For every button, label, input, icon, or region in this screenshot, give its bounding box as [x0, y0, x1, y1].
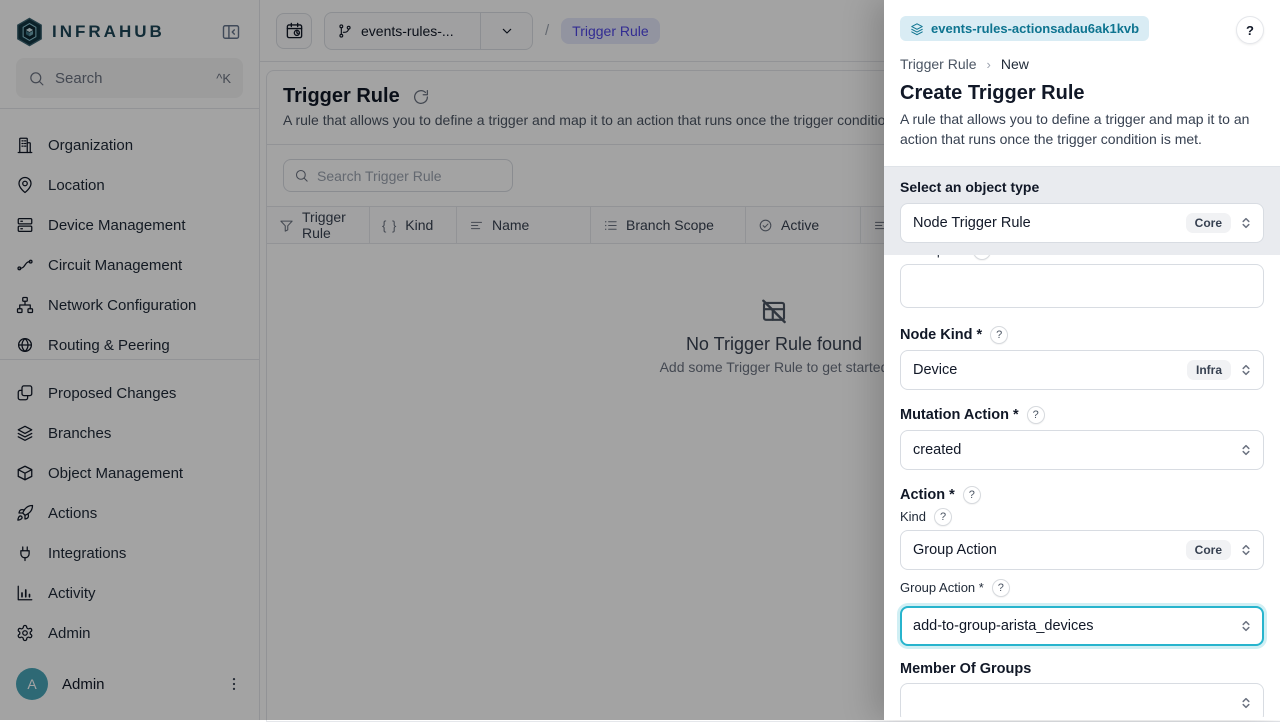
help-circle-icon[interactable]: ? — [992, 579, 1010, 597]
core-badge: Core — [1186, 540, 1231, 560]
help-circle-icon[interactable]: ? — [1027, 406, 1045, 424]
mutation-action-select[interactable]: created — [900, 430, 1264, 470]
object-type-select[interactable]: Node Trigger Rule Core — [900, 203, 1264, 243]
chevrons-up-down-icon — [1239, 543, 1253, 557]
chevrons-up-down-icon — [1239, 696, 1253, 710]
drawer-breadcrumb: Trigger Rule › New — [900, 56, 1264, 72]
object-type-section: Select an object type Node Trigger Rule … — [884, 166, 1280, 255]
description-input[interactable] — [900, 264, 1264, 308]
node-kind-label: Node Kind * — [900, 327, 982, 343]
chevrons-up-down-icon — [1239, 363, 1253, 377]
clipped-field-label: Description ? — [900, 255, 1264, 262]
chevrons-up-down-icon — [1239, 619, 1253, 633]
chevrons-up-down-icon — [1239, 443, 1253, 457]
branch-badge[interactable]: events-rules-actionsadau6ak1kvb — [900, 16, 1149, 41]
group-action-label: Group Action * — [900, 580, 984, 595]
mutation-action-label-row: Mutation Action * ? — [900, 406, 1264, 424]
kind-label: Kind — [900, 509, 926, 524]
drawer-description: A rule that allows you to define a trigg… — [900, 109, 1264, 150]
description-label: Description — [900, 255, 965, 259]
kind-label-row: Kind ? — [900, 508, 1264, 526]
member-of-groups-label-row: Member Of Groups — [900, 661, 1264, 677]
infra-badge: Infra — [1187, 360, 1231, 380]
action-label-row: Action * ? — [900, 486, 1264, 504]
member-of-groups-label: Member Of Groups — [900, 661, 1031, 677]
node-kind-label-row: Node Kind * ? — [900, 326, 1264, 344]
breadcrumb-current: New — [1001, 56, 1029, 72]
chevron-right-icon: › — [987, 57, 991, 72]
group-action-label-row: Group Action * ? — [900, 579, 1264, 597]
help-button[interactable]: ? — [1236, 16, 1264, 44]
drawer-header: events-rules-actionsadau6ak1kvb ? Trigge… — [884, 0, 1280, 150]
object-type-label: Select an object type — [900, 179, 1264, 195]
mutation-action-label: Mutation Action * — [900, 407, 1019, 423]
group-action-select[interactable]: add-to-group-arista_devices — [900, 606, 1264, 646]
node-kind-select[interactable]: Device Infra — [900, 350, 1264, 390]
help-circle-icon[interactable]: ? — [963, 486, 981, 504]
help-circle-icon[interactable]: ? — [990, 326, 1008, 344]
drawer-title: Create Trigger Rule — [900, 82, 1264, 105]
branch-badge-label: events-rules-actionsadau6ak1kvb — [931, 21, 1139, 36]
layers-icon — [910, 22, 924, 36]
breadcrumb-parent[interactable]: Trigger Rule — [900, 56, 977, 72]
chevrons-up-down-icon — [1239, 216, 1253, 230]
create-trigger-rule-drawer: events-rules-actionsadau6ak1kvb ? Trigge… — [884, 0, 1280, 720]
modal-overlay[interactable] — [0, 0, 884, 720]
member-of-groups-select[interactable] — [900, 683, 1264, 717]
help-circle-icon[interactable]: ? — [973, 255, 991, 260]
help-circle-icon[interactable]: ? — [934, 508, 952, 526]
core-badge: Core — [1186, 213, 1231, 233]
action-kind-select[interactable]: Group Action Core — [900, 530, 1264, 570]
drawer-form: Description ? Node Kind * ? Device Infra… — [884, 255, 1280, 717]
action-label: Action * — [900, 487, 955, 503]
